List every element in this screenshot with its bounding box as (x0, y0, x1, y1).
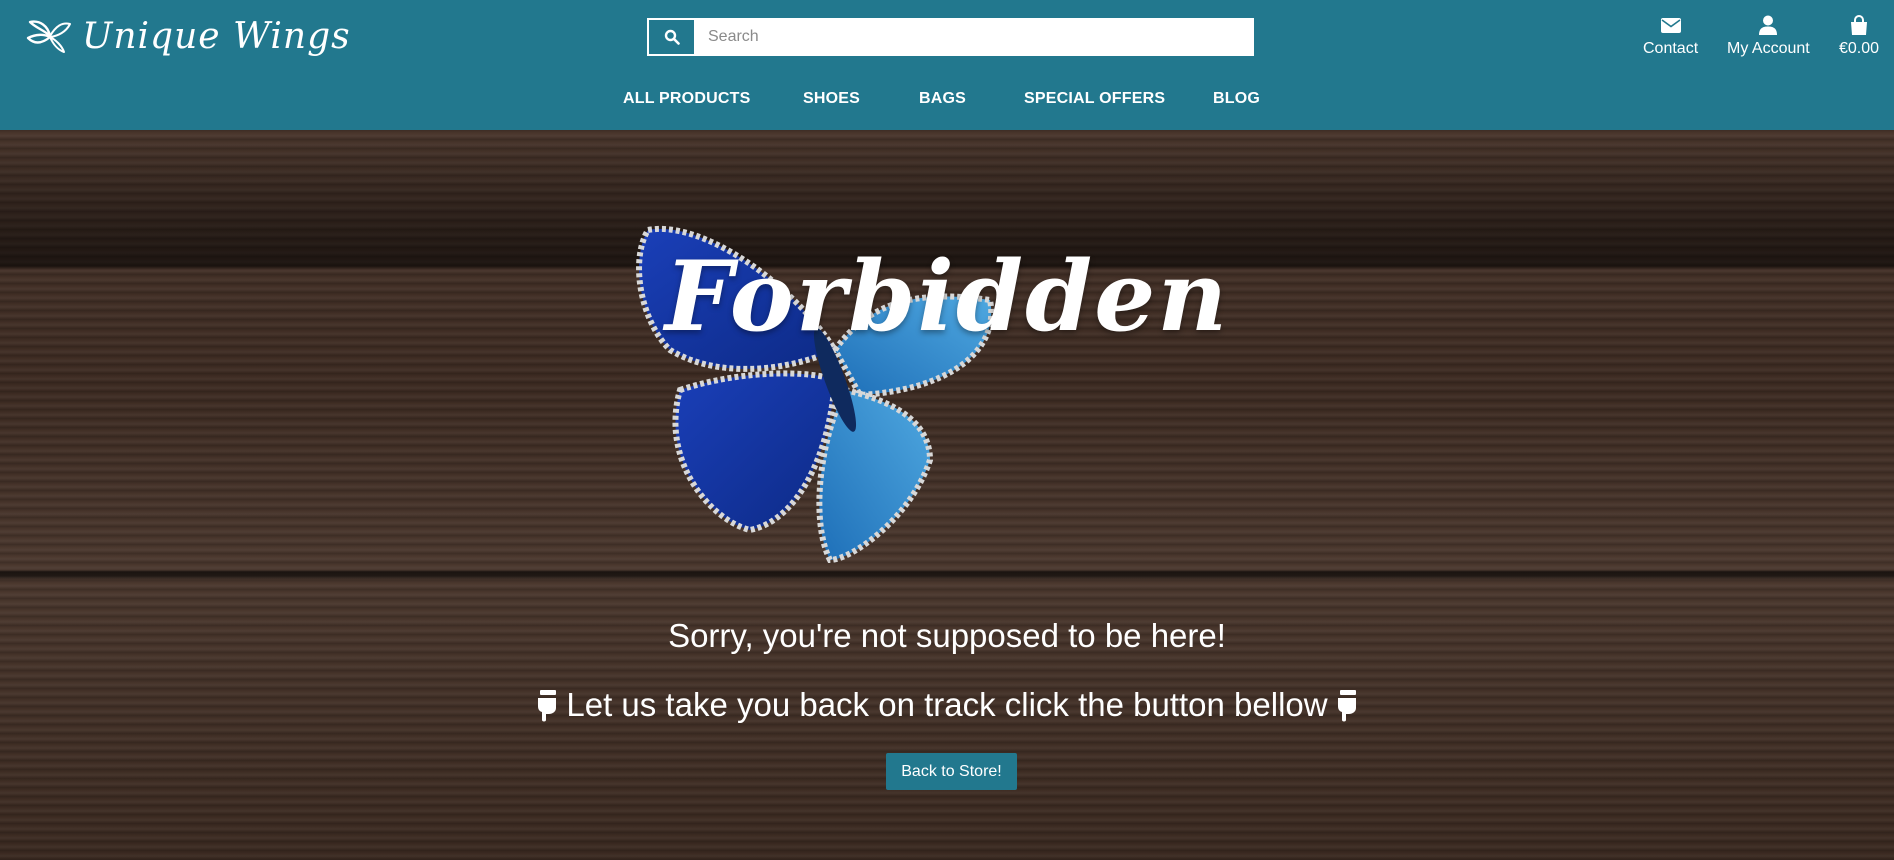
contact-link[interactable]: Contact (1643, 14, 1698, 58)
nav-special-offers[interactable]: SPECIAL OFFERS (1024, 90, 1165, 108)
main-nav: ALL PRODUCTS SHOES BAGS SPECIAL OFFERS B… (0, 90, 1894, 114)
my-account-link[interactable]: My Account (1727, 14, 1810, 58)
envelope-icon (1660, 18, 1681, 33)
my-account-label: My Account (1727, 40, 1810, 57)
back-to-store-button[interactable]: Back to Store! (886, 753, 1017, 790)
hand-pointing-down-icon (1337, 690, 1356, 722)
brand-name: Unique Wings (82, 15, 351, 57)
shopping-bag-icon (1851, 15, 1868, 35)
brand-logo-link[interactable]: Unique Wings (26, 12, 351, 60)
page-title: Forbidden (664, 240, 1230, 353)
site-header: Unique Wings Contact My Account €0.00 (0, 0, 1894, 130)
contact-label: Contact (1643, 40, 1699, 57)
error-message: Sorry, you're not supposed to be here! (668, 617, 1226, 654)
hand-pointing-down-icon (538, 690, 557, 722)
user-icon (1759, 15, 1778, 35)
butterfly-logo-icon (26, 20, 71, 53)
nav-shoes[interactable]: SHOES (803, 90, 860, 108)
search-button[interactable] (647, 18, 696, 56)
search-icon (664, 29, 680, 45)
search-bar (647, 18, 1254, 56)
nav-blog[interactable]: BLOG (1213, 90, 1260, 108)
cart-total: €0.00 (1839, 40, 1880, 57)
search-input[interactable] (696, 18, 1254, 56)
nav-all-products[interactable]: ALL PRODUCTS (623, 90, 750, 108)
cart-link[interactable]: €0.00 (1839, 14, 1879, 58)
nav-bags[interactable]: BAGS (919, 90, 966, 108)
hero-section: Forbidden Sorry, you're not supposed to … (0, 130, 1894, 860)
track-message: Let us take you back on track click the … (566, 686, 1328, 723)
track-message-row: Let us take you back on track click the … (0, 686, 1894, 724)
